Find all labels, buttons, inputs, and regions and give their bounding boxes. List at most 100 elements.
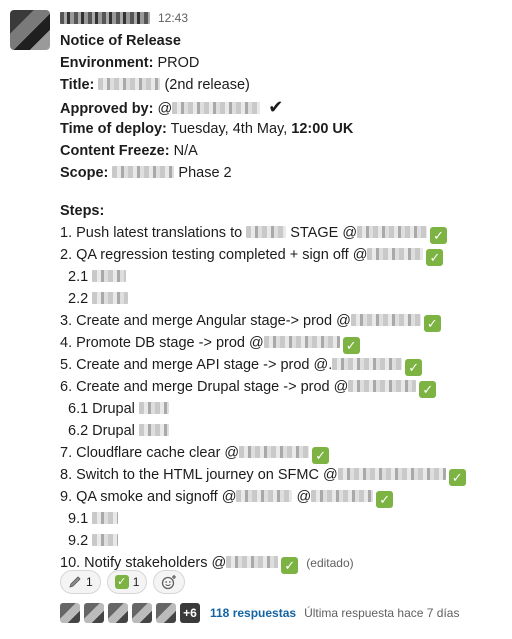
more-participants-badge: +6 [180,603,200,623]
step-text: 10. Notify stakeholders @ [60,555,227,571]
white-check-mark-icon: ✓ [430,227,448,244]
step-item: 9.1 [60,508,500,530]
redacted-text [138,424,169,436]
step-text: 9.1 [68,511,89,527]
add-reaction-icon [162,575,177,590]
step-text: 9. QA smoke and signoff @ [60,489,237,505]
step-text: 6.2 Drupal [68,423,135,439]
pen-icon [69,576,81,588]
environment-line: Environment: PROD [60,52,500,74]
white-check-mark-icon: ✓ [405,359,423,376]
white-check-mark-icon: ✓ [426,249,444,266]
freeze-line: Content Freeze: N/A [60,140,500,162]
step-text: 3. Create and merge Angular stage-> prod… [60,313,351,329]
approved-label: Approved by: [60,101,154,117]
step-text: 2.2 [68,291,89,307]
redacted-mention[interactable] [350,314,421,326]
thread-avatar [132,603,152,623]
thread-avatar [108,603,128,623]
mention-at: @ [157,101,173,117]
step-item: 1. Push latest translations to STAGE @ ✓ [60,222,500,244]
username[interactable] [60,12,150,24]
step-item: 5. Create and merge API stage -> prod @.… [60,354,500,376]
deploy-value: Tuesday, 4th May, [170,121,288,137]
redacted-text [92,292,129,304]
redacted-mention[interactable] [357,226,428,238]
replies-link[interactable]: 118 respuestas [210,606,296,620]
redacted-mention[interactable] [348,380,417,392]
title-line: Title: (2nd release) [60,74,500,96]
thread-avatar [60,603,80,623]
step-text: 6.1 Drupal [68,401,135,417]
redacted-mention[interactable] [367,248,424,260]
reaction-count: 1 [132,575,140,589]
edited-label: (editado) [306,556,354,570]
reaction-check[interactable]: ✓ 1 [106,570,148,594]
step-text: 1. Push latest translations to [60,225,243,241]
scope-line: Scope: Phase 2 [60,162,500,184]
white-check-mark-icon: ✓ [342,337,360,354]
freeze-label: Content Freeze: [60,143,170,159]
white-check-mark-icon: ✓ [448,469,466,486]
step-item: 6.1 Drupal [60,398,500,420]
redacted-text [138,402,169,414]
deploy-time: 12:00 UK [291,121,354,137]
redacted-text [92,270,127,282]
step-text-suffix: @ [296,489,312,505]
step-text: 4. Promote DB stage -> prod @ [60,335,264,351]
avatar[interactable] [10,10,50,50]
white-check-mark-icon: ✓ [376,491,394,508]
heavy-check-icon: ✔ [268,97,284,117]
step-item: 2.2 [60,288,500,310]
white-check-mark-icon: ✓ [419,381,437,398]
step-text: 6. Create and merge Drupal stage -> prod… [60,379,349,395]
redacted-mention[interactable] [236,490,293,502]
redacted-text [98,78,161,90]
step-text-suffix: STAGE @ [290,225,358,241]
white-check-mark-icon: ✓ [423,315,441,332]
thread-summary[interactable]: +6 118 respuestas Última respuesta hace … [60,603,459,623]
steps-label: Steps: [60,203,105,219]
white-check-mark-icon: ✓ [114,575,129,589]
redacted-text [112,166,175,178]
step-text: 8. Switch to the HTML journey on SFMC @ [60,467,338,483]
deploy-line: Time of deploy: Tuesday, 4th May, 12:00 … [60,118,500,140]
redacted-text [172,102,261,114]
step-text: 2. QA regression testing completed + sig… [60,247,368,263]
step-item: 4. Promote DB stage -> prod @ ✓ [60,332,500,354]
add-reaction-button[interactable] [153,570,186,594]
message-body: Notice of Release Environment: PROD Titl… [60,30,500,574]
freeze-value: N/A [173,143,198,159]
deploy-label: Time of deploy: [60,121,167,137]
step-text: 2.1 [68,269,89,285]
message-header: 12:43 [60,8,188,28]
redacted-mention[interactable] [226,556,279,568]
step-text: 7. Cloudflare cache clear @ [60,445,240,461]
step-item: 7. Cloudflare cache clear @ ✓ [60,442,500,464]
white-check-mark-icon: ✓ [312,447,330,464]
redacted-mention[interactable] [263,336,340,348]
redacted-mention[interactable] [337,468,446,480]
step-item: 6. Create and merge Drupal stage -> prod… [60,376,500,398]
redacted-mention[interactable] [311,490,374,502]
redacted-mention[interactable] [239,446,310,458]
step-item: 3. Create and merge Angular stage-> prod… [60,310,500,332]
reaction-pen[interactable]: 1 [60,570,101,594]
timestamp[interactable]: 12:43 [158,11,188,25]
approved-line: Approved by: @ ✔ [60,96,500,118]
reactions-bar: 1 ✓ 1 [60,570,186,594]
white-check-mark-icon: ✓ [281,557,299,574]
notice-title: Notice of Release [60,33,181,49]
redacted-text [246,226,287,238]
redacted-text [92,534,119,546]
title-value: (2nd release) [164,77,250,93]
environment-label: Environment: [60,55,154,71]
step-text: 9.2 [68,533,89,549]
scope-label: Scope: [60,165,109,181]
redacted-mention[interactable] [332,358,403,370]
approved-mention[interactable]: @ [157,101,261,117]
redacted-text [92,512,119,524]
step-item: 2. QA regression testing completed + sig… [60,244,500,266]
last-reply-text: Última respuesta hace 7 días [304,606,460,620]
reaction-count: 1 [86,575,93,589]
